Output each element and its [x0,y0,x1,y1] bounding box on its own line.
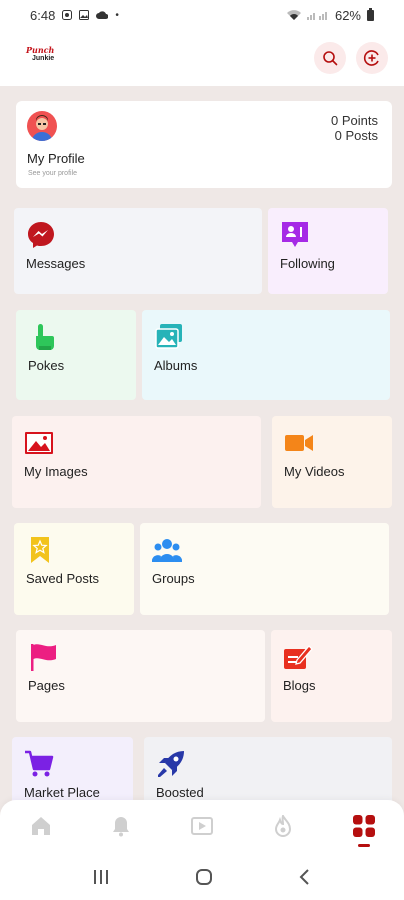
cloud-icon [96,11,109,19]
bottom-nav [0,800,404,854]
images-icon [25,432,53,454]
tile-my-images[interactable]: My Images [12,416,261,508]
search-icon [323,51,338,66]
tile-label-groups: Groups [152,571,195,586]
status-bar: 6:48 • 62% [0,0,404,30]
tile-saved-posts[interactable]: Saved Posts [14,523,134,615]
tile-label-blogs: Blogs [283,678,316,693]
logo-top-text: Punch [26,45,55,55]
tile-label-my-videos: My Videos [284,464,345,479]
avatar [27,111,57,141]
battery-icon [367,7,374,21]
tile-label-saved-posts: Saved Posts [26,571,99,586]
following-icon [282,222,308,247]
back-icon[interactable] [298,869,312,885]
recent-apps-icon[interactable] [92,869,110,885]
tile-label-my-images: My Images [24,464,88,479]
bookmark-star-icon [31,537,49,563]
profile-card[interactable]: My Profile See your profile 0 Points 0 P… [16,101,392,188]
tile-groups[interactable]: Groups [140,523,389,615]
profile-stats: 0 Points 0 Posts [331,113,378,143]
tile-market-place[interactable]: Market Place [12,737,133,807]
create-button[interactable] [356,42,388,74]
home-button-icon[interactable] [195,868,213,886]
video-camera-icon [285,435,313,451]
poke-hand-icon [36,324,54,350]
posts-count: 0 Posts [334,128,378,143]
fire-icon [274,815,292,837]
tile-pages[interactable]: Pages [16,630,265,722]
tile-label-pages: Pages [28,678,65,693]
home-icon [32,817,50,835]
tile-label-boosted: Boosted [156,785,204,800]
points-count: 0 Points [331,113,378,128]
gallery-icon [79,10,90,20]
profile-subtitle: See your profile [28,170,78,177]
rocket-icon [158,751,184,777]
search-button[interactable] [314,42,346,74]
nav-notifications[interactable] [109,814,133,838]
tile-label-following: Following [280,256,335,271]
app-header: Punch Junkie [0,30,404,86]
add-circle-icon [363,50,379,66]
tile-albums[interactable]: Albums [142,310,390,400]
status-time: 6:48 [30,7,56,23]
nav-home[interactable] [29,814,53,838]
bell-icon [113,817,129,837]
tile-label-market-place: Market Place [24,785,100,800]
tile-my-videos[interactable]: My Videos [272,416,392,508]
tile-pokes[interactable]: Pokes [16,310,136,400]
dot-icon: • [115,9,119,21]
tile-label-pokes: Pokes [28,358,65,373]
blog-pen-icon [284,645,313,669]
nav-menu[interactable] [352,814,376,838]
logo-bottom-text: Junkie [32,55,55,62]
tile-boosted[interactable]: Boosted [144,737,392,807]
system-nav-bar [0,854,404,900]
app-logo[interactable]: Punch Junkie [26,46,66,70]
flag-icon [31,644,56,671]
tile-following[interactable]: Following [268,208,388,294]
grid-menu-icon [353,815,375,837]
nav-videos[interactable] [190,814,214,838]
notification-icon [62,10,73,20]
tile-label-albums: Albums [154,358,198,373]
tile-messages[interactable]: Messages [14,208,262,294]
albums-icon [155,324,182,349]
battery-percent: 62% [334,7,361,23]
cart-icon [25,750,54,777]
active-nav-indicator [358,844,370,847]
nav-trending[interactable] [271,814,295,838]
tile-blogs[interactable]: Blogs [271,630,392,722]
signal-icon [306,12,327,20]
profile-name: My Profile [27,151,85,166]
messenger-icon [28,222,54,248]
groups-icon [152,539,182,562]
tile-label-messages: Messages [26,256,86,271]
wifi-icon [286,10,301,20]
video-play-icon [191,817,213,835]
